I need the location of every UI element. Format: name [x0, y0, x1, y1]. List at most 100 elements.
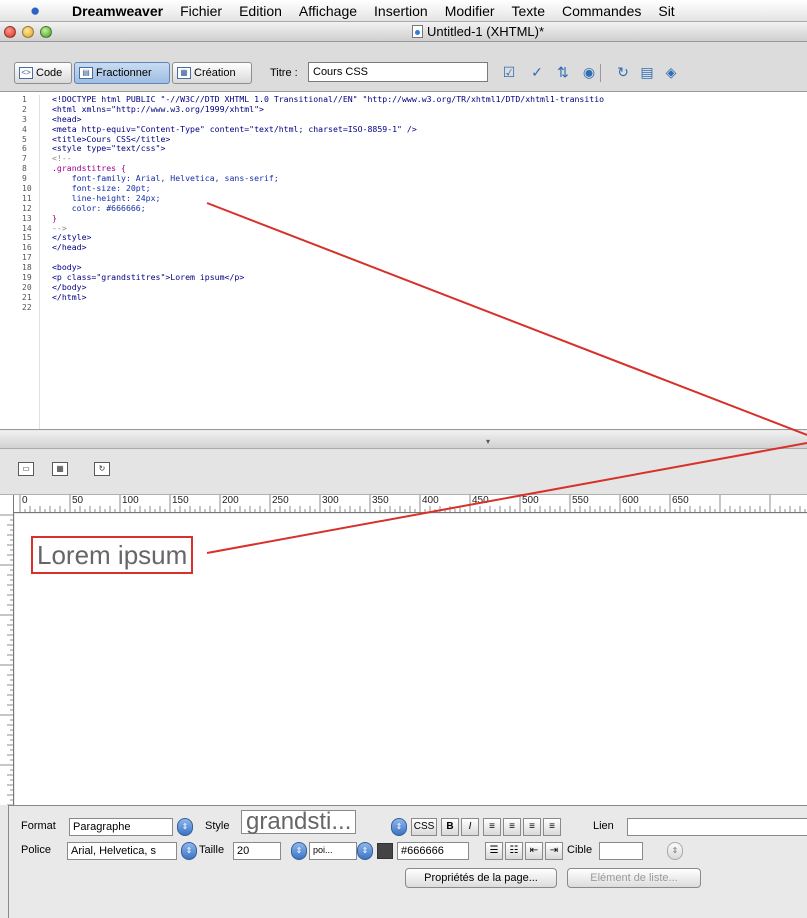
- font-select[interactable]: Arial, Helvetica, s: [67, 842, 177, 860]
- justify-button[interactable]: ≡: [543, 818, 561, 836]
- apple-menu-icon[interactable]: ●: [30, 1, 50, 20]
- ordered-list-button[interactable]: ☷: [505, 842, 523, 860]
- color-input[interactable]: #666666: [397, 842, 469, 860]
- minimize-window-button[interactable]: [22, 25, 34, 38]
- size-select[interactable]: 20: [233, 842, 281, 860]
- browser-compat-icon[interactable]: ✓: [526, 64, 548, 82]
- menu-fichier[interactable]: Fichier: [180, 3, 222, 19]
- line-number-gutter: 1 2 3 4 5 6 7 8 9 10 11 12 13 14 15 16 1…: [8, 95, 40, 429]
- split-view-icon: ▤: [79, 67, 93, 79]
- line-number: 2: [22, 104, 27, 114]
- target-label: Cible: [567, 844, 593, 856]
- italic-button[interactable]: I: [461, 818, 479, 836]
- view-options-icon[interactable]: ▤: [636, 64, 658, 82]
- refresh-design-icon[interactable]: ↻: [94, 462, 110, 476]
- visual-aids-icon[interactable]: ◈: [660, 64, 682, 82]
- split-view-button[interactable]: ▤ Fractionner: [74, 62, 170, 84]
- menu-commandes[interactable]: Commandes: [562, 3, 641, 19]
- line-number: 15: [22, 233, 32, 243]
- ruler-label: 0: [22, 495, 28, 506]
- insert-div-icon[interactable]: ▭: [18, 462, 34, 476]
- size-dropdown-arrow-icon[interactable]: ⇕: [291, 842, 307, 860]
- preview-browser-icon[interactable]: ◉: [578, 64, 600, 82]
- menu-insertion[interactable]: Insertion: [374, 3, 428, 19]
- align-left-button[interactable]: ≡: [483, 818, 501, 836]
- ruler-label: 550: [572, 495, 589, 506]
- size-label: Taille: [199, 844, 225, 856]
- insert-table-icon[interactable]: ▦: [52, 462, 68, 476]
- line-number: 11: [22, 193, 32, 203]
- menu-modifier[interactable]: Modifier: [445, 3, 495, 19]
- code-line: <style type="text/css">: [52, 143, 166, 154]
- line-number: 16: [22, 243, 32, 253]
- style-dropdown-arrow-icon[interactable]: ⇕: [391, 818, 407, 836]
- line-number: 14: [22, 223, 32, 233]
- code-line: </style>: [52, 232, 92, 243]
- design-view-label: Création: [194, 67, 236, 79]
- page-properties-button[interactable]: Propriétés de la page...: [405, 868, 557, 888]
- unit-select[interactable]: poi...: [309, 842, 357, 860]
- font-label: Police: [21, 844, 51, 856]
- font-dropdown-arrow-icon[interactable]: ⇕: [181, 842, 197, 860]
- validate-markup-icon[interactable]: ☑: [498, 64, 520, 82]
- pane-splitter[interactable]: ▾: [0, 431, 807, 449]
- menu-edition[interactable]: Edition: [239, 3, 282, 19]
- line-number: 21: [22, 292, 32, 302]
- close-window-button[interactable]: [4, 25, 16, 38]
- grandstitres-paragraph[interactable]: Lorem ipsum: [31, 536, 194, 574]
- design-toolbar: ▭ ▦ ↻: [0, 449, 807, 495]
- indent-button[interactable]: ⇥: [545, 842, 563, 860]
- vertical-ruler: [0, 495, 14, 805]
- horizontal-ruler: 0 50 100 150 200 250 300 350 400 450 500…: [14, 495, 807, 513]
- ruler-label: 300: [322, 495, 339, 506]
- css-button[interactable]: CSS: [411, 818, 437, 836]
- toolbar-separator: [600, 64, 601, 82]
- unit-dropdown-arrow-icon[interactable]: ⇕: [357, 842, 373, 860]
- outdent-button[interactable]: ⇤: [525, 842, 543, 860]
- line-number: 19: [22, 273, 32, 283]
- menu-texte[interactable]: Texte: [512, 3, 545, 19]
- link-input[interactable]: [627, 818, 807, 836]
- align-center-button[interactable]: ≡: [503, 818, 521, 836]
- line-number: 20: [22, 282, 32, 292]
- line-number: 18: [22, 263, 32, 273]
- document-title-input[interactable]: [308, 62, 488, 82]
- format-select[interactable]: Paragraphe: [69, 818, 173, 836]
- color-swatch[interactable]: [377, 843, 393, 859]
- menu-dreamweaver[interactable]: Dreamweaver: [72, 3, 163, 19]
- design-view-button[interactable]: ▦ Création: [172, 62, 252, 84]
- line-number: 3: [22, 114, 27, 124]
- line-number: 12: [22, 203, 32, 213]
- refresh-icon[interactable]: ↻: [612, 64, 634, 82]
- code-view-icon: <>: [19, 67, 33, 79]
- code-editor[interactable]: <!DOCTYPE html PUBLIC "-//W3C//DTD XHTML…: [52, 94, 604, 313]
- title-label: Titre :: [270, 67, 298, 79]
- align-right-button[interactable]: ≡: [523, 818, 541, 836]
- line-number: 4: [22, 124, 27, 134]
- ruler-label: 50: [72, 495, 84, 506]
- file-management-icon[interactable]: ⇅: [552, 64, 574, 82]
- code-pane[interactable]: 1 2 3 4 5 6 7 8 9 10 11 12 13 14 15 16 1…: [0, 92, 807, 430]
- format-dropdown-arrow-icon[interactable]: ⇕: [177, 818, 193, 836]
- target-select[interactable]: [599, 842, 643, 860]
- window-title-bar: Untitled-1 (XHTML)*: [0, 22, 807, 42]
- code-line: </html>: [52, 291, 87, 302]
- code-line: color: #666666;: [52, 202, 146, 213]
- bold-button[interactable]: B: [441, 818, 459, 836]
- code-line: <html xmlns="http://www.w3.org/1999/xhtm…: [52, 103, 264, 114]
- design-view[interactable]: Lorem ipsum: [15, 514, 807, 805]
- style-select[interactable]: grandsti...: [241, 810, 357, 834]
- code-view-button[interactable]: <> Code: [14, 62, 72, 84]
- zoom-window-button[interactable]: [40, 25, 52, 38]
- ruler-label: 350: [372, 495, 389, 506]
- menu-site[interactable]: Sit: [658, 3, 674, 19]
- target-dropdown-arrow-icon[interactable]: ⇕: [667, 842, 683, 860]
- code-line: </body>: [52, 281, 87, 292]
- menu-affichage[interactable]: Affichage: [299, 3, 357, 19]
- list-item-button[interactable]: Elément de liste...: [567, 868, 701, 888]
- unordered-list-button[interactable]: ☰: [485, 842, 503, 860]
- line-number: 22: [22, 302, 32, 312]
- line-number: 13: [22, 213, 32, 223]
- ruler-label: 250: [272, 495, 289, 506]
